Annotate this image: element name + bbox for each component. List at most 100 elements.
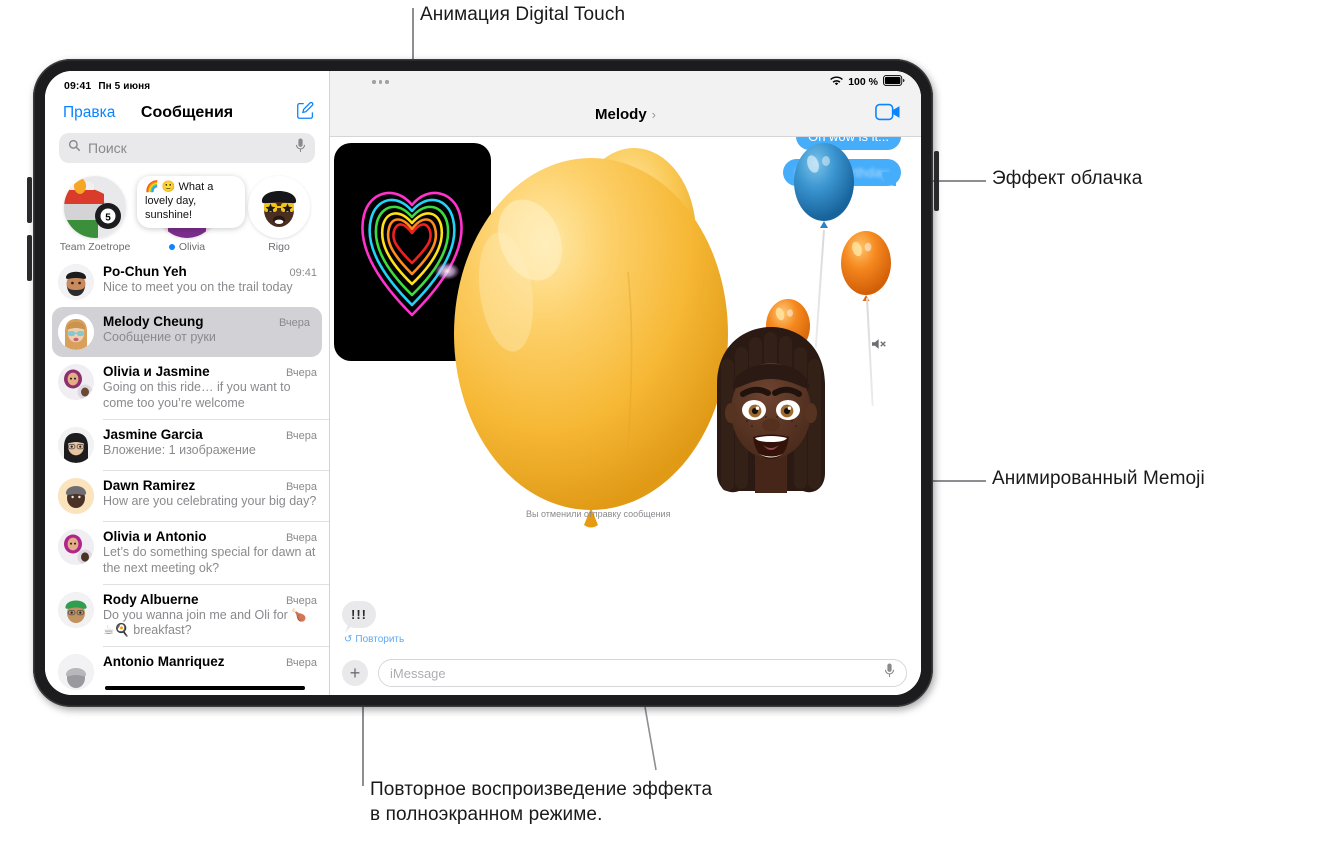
avatar <box>58 364 94 400</box>
conversation-preview: Do you wanna join me and Oli for 🍗☕🍳 bre… <box>103 607 307 638</box>
chat-header: Melody › <box>330 93 921 137</box>
conversation-preview: Going on this ride… if you want to come … <box>103 380 291 410</box>
bubble-tail <box>882 172 896 186</box>
conversation-name: Melody Cheung <box>103 314 204 329</box>
avatar <box>58 426 94 463</box>
wifi-icon <box>830 76 844 89</box>
conversation-list[interactable]: Po-Chun Yeh 09:41 Nice to meet you on th… <box>45 255 329 695</box>
callout-cloud-effect: Эффект облачка <box>992 168 1143 189</box>
status-bar-left: 09:41 Пн 5 июня <box>45 71 329 95</box>
search-placeholder: Поиск <box>88 140 127 156</box>
list-item-body: Rody Albuerne Вчера Do you wanna join me… <box>103 592 317 640</box>
callout-animated-memoji: Анимированный Memoji <box>992 468 1205 489</box>
list-item-body: Olivia и Jasmine Вчера Going on this rid… <box>103 364 317 412</box>
search-icon <box>68 139 81 157</box>
power-button[interactable] <box>934 151 939 211</box>
edit-button[interactable]: Правка <box>63 104 115 122</box>
pinned-conversations: 5 Team Zoetrope Olivia Rigo 🌈 🙂 What a l… <box>45 172 329 255</box>
conversation-time: 09:41 <box>289 267 317 279</box>
replay-label: Повторить <box>355 634 405 645</box>
volume-up-button[interactable] <box>27 177 32 223</box>
avatar <box>58 314 94 350</box>
pinned-item-label: Olivia <box>168 241 205 253</box>
list-item[interactable]: Dawn Ramirez Вчера How are you celebrati… <box>45 471 329 521</box>
effect-bubble[interactable]: !!! <box>342 601 376 628</box>
avatar <box>58 528 94 565</box>
conversation-time: Вчера <box>278 317 310 329</box>
list-item-selected[interactable]: Melody Cheung Вчера Сообщение от руки <box>52 307 322 357</box>
list-item[interactable]: Antonio Manriquez Вчера <box>45 647 329 691</box>
conversation-name: Rody Albuerne <box>103 591 199 607</box>
conversation-preview: How are you celebrating your big day? <box>103 493 317 508</box>
conversation-name: Jasmine Garcia <box>103 426 203 442</box>
list-item[interactable]: Olivia и Antonio Вчера Let’s do somethin… <box>45 522 329 584</box>
home-indicator-left[interactable] <box>105 685 305 690</box>
ipad-device-frame: 09:41 Пн 5 июня Правка Сообщения Поиск 5… <box>27 55 939 711</box>
conversation-time: Вчера <box>285 367 317 379</box>
microphone-icon[interactable] <box>884 663 895 683</box>
search-input[interactable]: Поиск <box>59 133 315 163</box>
animated-memoji-avatar <box>695 323 847 512</box>
conversation-time: Вчера <box>285 480 317 493</box>
messages-sidebar: 09:41 Пн 5 июня Правка Сообщения Поиск 5… <box>45 71 330 695</box>
unread-indicator <box>168 243 176 251</box>
svg-text:5: 5 <box>105 213 111 224</box>
replay-effect-control[interactable]: !!! ↺ Повторить <box>342 601 404 645</box>
sidebar-nav-row: Правка Сообщения <box>45 95 329 133</box>
conversation-time: Вчера <box>285 594 317 607</box>
callout-digital-touch: Анимация Digital Touch <box>420 4 626 25</box>
pinned-message-bubble: 🌈 🙂 What a lovely day, sunshine! <box>137 176 245 228</box>
imessage-input[interactable]: iMessage <box>378 659 907 687</box>
pinned-item-label: Team Zoetrope <box>59 241 131 253</box>
conversation-time: Вчера <box>285 429 317 442</box>
add-attachment-button[interactable]: + <box>342 660 368 686</box>
list-item[interactable]: Jasmine Garcia Вчера Вложение: 1 изображ… <box>45 420 329 470</box>
conversation-name: Antonio Manriquez <box>103 654 225 670</box>
conversation-name: Po-Chun Yeh <box>103 264 187 279</box>
list-item-body: Dawn Ramirez Вчера How are you celebrati… <box>103 478 317 510</box>
system-note-unsent: Вы отменили отправку сообщения <box>526 509 671 519</box>
replay-button[interactable]: ↺ Повторить <box>344 634 404 645</box>
avatar: 5 <box>64 176 126 238</box>
device-screen: 09:41 Пн 5 июня Правка Сообщения Поиск 5… <box>45 71 921 695</box>
status-date: Пн 5 июня <box>98 80 151 92</box>
message-area: Oh wow is it... Happy Birthday <box>330 137 921 651</box>
avatar <box>58 264 94 300</box>
list-item-body: Melody Cheung Вчера Сообщение от руки <box>103 314 310 346</box>
balloon-orange-right <box>840 230 892 406</box>
microphone-icon[interactable] <box>295 138 306 158</box>
list-item[interactable]: Olivia и Jasmine Вчера Going on this rid… <box>45 357 329 419</box>
chat-contact-name: Melody <box>594 106 647 123</box>
replay-arrow-icon: ↺ <box>344 634 353 645</box>
pinned-item-label: Rigo <box>268 241 290 253</box>
conversation-preview: Let’s do something special for dawn at t… <box>103 544 316 575</box>
status-time: 09:41 <box>64 80 92 92</box>
compose-icon[interactable] <box>296 101 315 125</box>
list-item[interactable]: Po-Chun Yeh 09:41 Nice to meet you on th… <box>45 257 329 307</box>
chevron-right-icon: › <box>651 107 657 122</box>
avatar <box>248 176 310 238</box>
list-item-body: Jasmine Garcia Вчера Вложение: 1 изображ… <box>103 427 317 459</box>
conversation-name: Olivia и Antonio <box>103 528 207 544</box>
video-camera-icon[interactable] <box>875 103 901 126</box>
chat-title[interactable]: Melody › <box>330 106 921 123</box>
conversation-time: Вчера <box>285 657 317 670</box>
speaker-mute-icon[interactable] <box>871 337 887 356</box>
message-composer: + iMessage <box>330 651 921 695</box>
volume-down-button[interactable] <box>27 235 32 281</box>
avatar <box>58 477 94 514</box>
screenshot-root: Анимация Digital Touch Эффект облачка Ан… <box>0 0 1319 846</box>
list-item[interactable]: Rody Albuerne Вчера Do you wanna join me… <box>45 585 329 647</box>
conversation-preview: Сообщение от руки <box>103 330 216 344</box>
avatar <box>58 591 94 628</box>
battery-percent-label: 100 % <box>848 76 878 88</box>
conversation-preview: Вложение: 1 изображение <box>103 442 256 457</box>
conversation-preview: Nice to meet you on the trail today <box>103 280 293 294</box>
chat-pane: 100 % Melody › Birthday Вы отменили отпр… <box>330 71 921 695</box>
multitasking-handle-icon[interactable] <box>372 80 389 84</box>
conversation-time: Вчера <box>285 531 317 544</box>
pinned-item-team-zoetrope[interactable]: 5 Team Zoetrope <box>51 176 139 253</box>
conversation-name: Olivia и Jasmine <box>103 364 210 379</box>
list-item-body: Po-Chun Yeh 09:41 Nice to meet you on th… <box>103 264 317 296</box>
pinned-item-rigo[interactable]: Rigo <box>235 176 323 253</box>
